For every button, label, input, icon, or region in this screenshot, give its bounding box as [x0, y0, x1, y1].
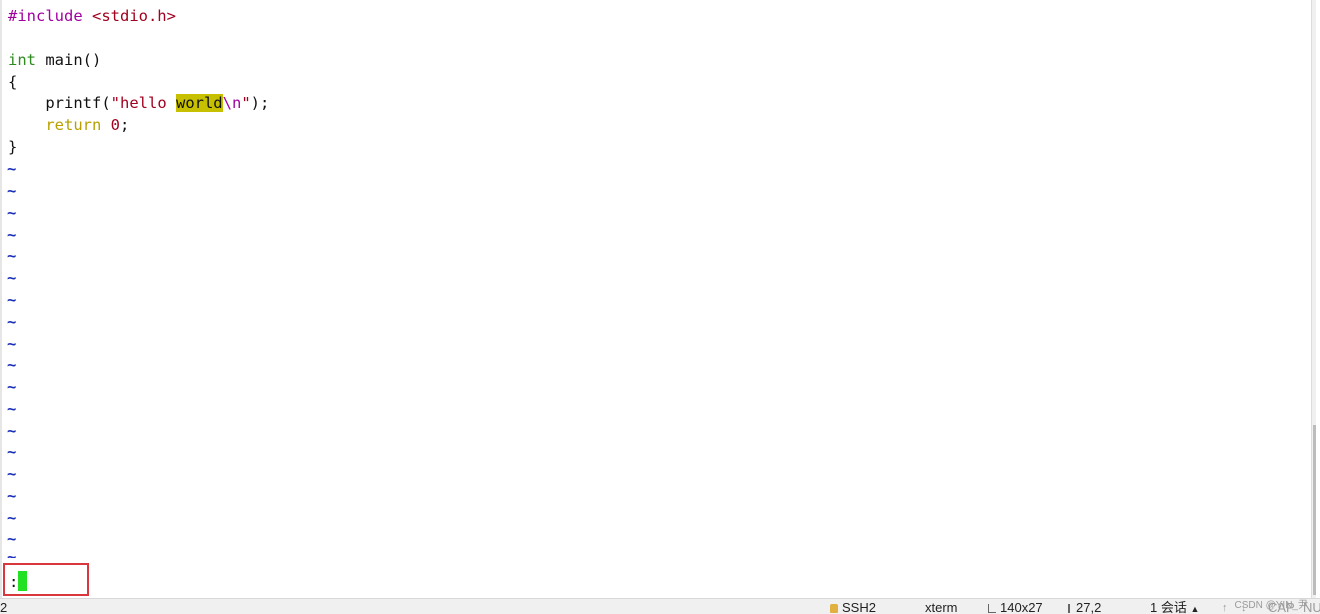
empty-line-marker: ~	[7, 204, 17, 222]
empty-line-marker: ~	[7, 378, 17, 396]
code-line-1: #include <stdio.h>	[8, 5, 176, 27]
empty-line-marker: ~	[7, 548, 17, 558]
empty-line-marker: ~	[7, 443, 17, 461]
empty-line-marker: ~	[7, 226, 17, 244]
chevron-up-icon: ▲	[1190, 604, 1200, 614]
search-match-highlight: world	[175, 94, 223, 112]
number-literal: 0	[110, 116, 121, 134]
command-line-prefix: :	[9, 573, 19, 591]
lock-icon	[830, 604, 838, 613]
keyword-return: return	[45, 116, 102, 134]
status-left-fragment: 2	[0, 600, 8, 614]
window-left-border	[0, 0, 2, 598]
empty-line-marker: ~	[7, 487, 17, 505]
terminal-window: #include <stdio.h> int main() { printf("…	[0, 0, 1320, 614]
cursor-position-label: 27,2	[1076, 600, 1102, 614]
empty-line-marker: ~	[7, 465, 17, 483]
empty-line-marker: ~	[7, 269, 17, 287]
code-line-4: {	[8, 71, 17, 93]
empty-line-marker: ~	[7, 160, 17, 178]
printf-close: );	[250, 94, 270, 112]
vim-editor-buffer[interactable]: #include <stdio.h> int main() { printf("…	[0, 0, 1316, 598]
string-end: "	[241, 94, 251, 112]
status-sessions[interactable]: 1 会话 ▲	[1150, 601, 1199, 614]
empty-line-marker: ~	[7, 182, 17, 200]
empty-line-marker: ~	[7, 335, 17, 353]
main-signature: main()	[36, 51, 102, 69]
empty-line-marker: ~	[7, 422, 17, 440]
code-line-3: int main()	[8, 49, 101, 71]
code-line-6: return 0;	[8, 114, 129, 136]
block-cursor	[18, 571, 27, 591]
include-directive: #include	[8, 7, 83, 25]
empty-line-marker: ~	[7, 291, 17, 309]
cursor-position-icon	[1068, 604, 1072, 613]
status-terminal-type: xterm	[925, 600, 958, 614]
status-protocol: SSH2	[830, 601, 876, 614]
status-size: 140x27	[988, 601, 1043, 614]
watermark-text: CSDN @YIN_尹	[1234, 600, 1309, 611]
status-cursor-position: 27,2	[1068, 601, 1101, 614]
empty-line-marker: ~	[7, 247, 17, 265]
empty-line-marker: ~	[7, 400, 17, 418]
sessions-label: 1 会话	[1150, 600, 1187, 614]
command-line-highlight-box[interactable]: :	[3, 563, 89, 596]
scrollbar-thumb[interactable]	[1313, 425, 1316, 595]
open-brace: {	[8, 73, 18, 91]
semicolon: ;	[120, 116, 130, 134]
printf-call: printf(	[8, 94, 111, 112]
protocol-label: SSH2	[842, 600, 876, 614]
empty-line-marker: ~	[7, 509, 17, 527]
empty-line-marker: ~	[7, 313, 17, 331]
empty-line-marker: ~	[7, 356, 17, 374]
code-line-7: }	[8, 136, 17, 158]
string-start: "hello	[110, 94, 176, 112]
vertical-scrollbar[interactable]	[1311, 0, 1316, 598]
size-label: 140x27	[1000, 600, 1043, 614]
status-bar: 2 SSH2 xterm 140x27 27,2 1 会话 ▲ ↑ ↓ CAP …	[0, 598, 1320, 614]
escape-sequence: \n	[222, 94, 242, 112]
include-header: <stdio.h>	[82, 7, 176, 25]
type-int: int	[8, 51, 36, 69]
code-line-5: printf("hello world\n");	[8, 92, 269, 114]
resize-icon	[988, 604, 996, 613]
close-brace: }	[8, 138, 18, 156]
scroll-up-icon[interactable]: ↑	[1222, 601, 1228, 614]
